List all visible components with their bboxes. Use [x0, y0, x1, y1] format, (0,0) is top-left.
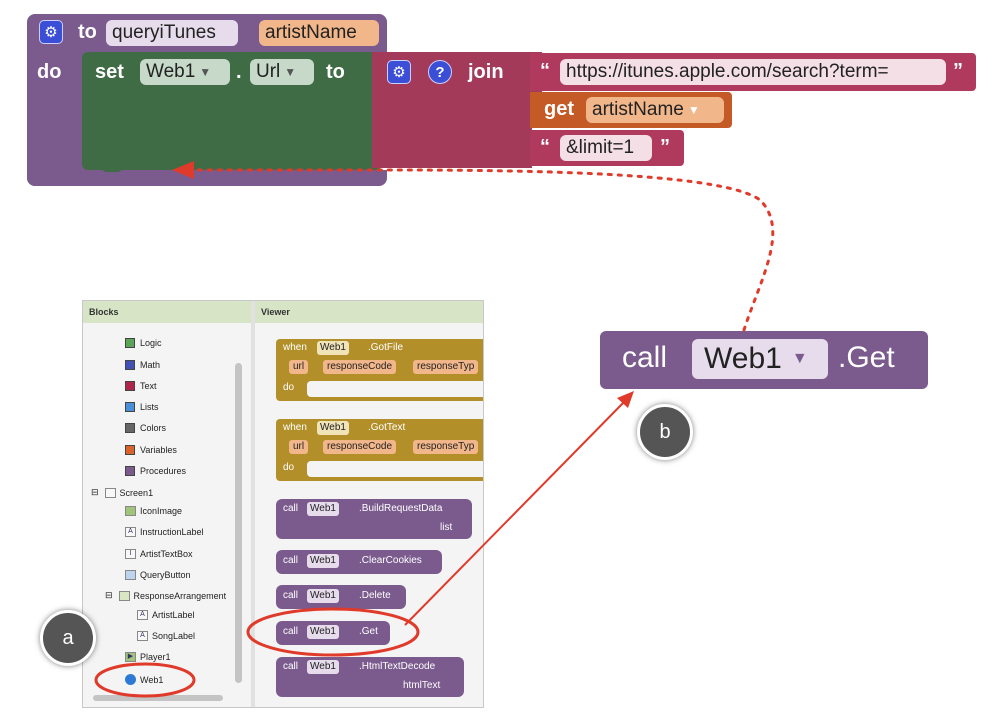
get-highlight-ellipse — [246, 607, 420, 657]
badge-b: b — [637, 404, 693, 460]
badge-a-label: a — [62, 626, 74, 649]
badge-a: a — [40, 610, 96, 666]
annotation-overlay — [94, 161, 775, 698]
dotted-connector — [194, 168, 775, 332]
web1-highlight-ellipse — [94, 662, 196, 698]
dotted-arrowhead — [172, 161, 194, 179]
solid-arrow — [404, 399, 627, 626]
badge-b-label: b — [659, 420, 671, 443]
